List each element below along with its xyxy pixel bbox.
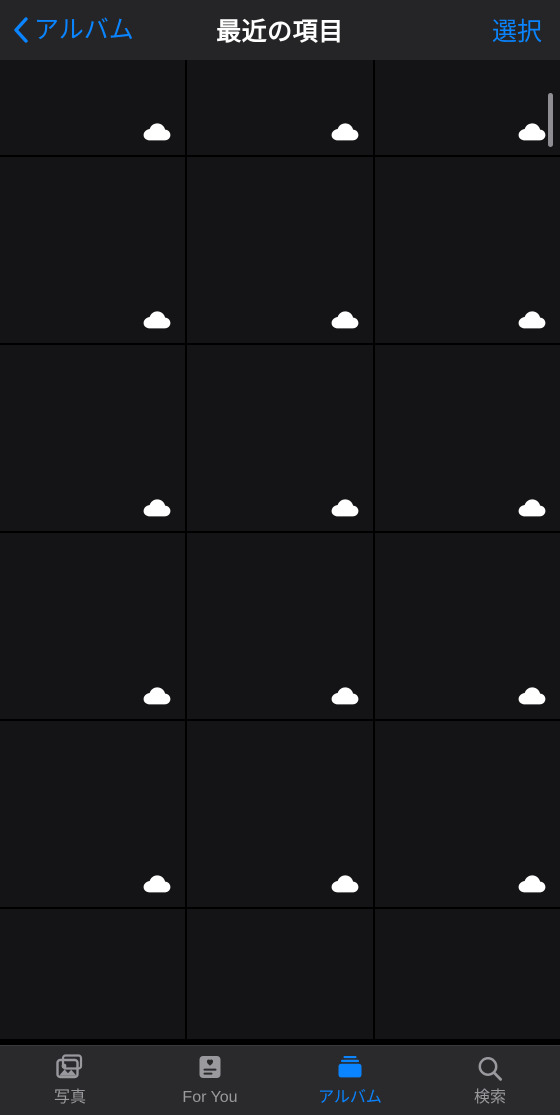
photo-thumbnail[interactable] xyxy=(0,721,186,907)
back-to-albums-button[interactable]: アルバム xyxy=(12,0,142,60)
albums-stack-icon xyxy=(332,1052,368,1086)
photo-grid-row xyxy=(0,345,560,531)
tab-photos[interactable]: 写真 xyxy=(0,1046,140,1115)
chevron-left-icon xyxy=(12,15,30,45)
tab-photos-label: 写真 xyxy=(53,1089,86,1106)
photo-thumbnail[interactable] xyxy=(374,345,560,531)
photo-thumbnail[interactable] xyxy=(187,533,373,719)
scrollbar-track[interactable] xyxy=(548,60,557,1045)
photo-grid-row xyxy=(0,533,560,719)
select-button[interactable]: 選択 xyxy=(492,0,542,60)
tab-albums-label: アルバム xyxy=(318,1089,382,1106)
photo-thumbnail[interactable] xyxy=(0,345,186,531)
back-button-label: アルバム xyxy=(34,15,134,44)
photo-grid-row xyxy=(0,157,560,343)
photo-grid xyxy=(0,60,560,1039)
tab-for-you-label: For You xyxy=(182,1089,238,1106)
photo-thumbnail[interactable] xyxy=(374,60,560,155)
photo-grid-row xyxy=(0,909,560,1039)
photo-thumbnail[interactable] xyxy=(0,60,186,155)
tab-albums[interactable]: アルバム xyxy=(280,1046,420,1115)
tab-for-you[interactable]: For You xyxy=(140,1046,280,1115)
for-you-card-icon xyxy=(192,1052,228,1086)
search-magnifier-icon xyxy=(472,1052,508,1086)
tab-search[interactable]: 検索 xyxy=(420,1046,560,1115)
photo-thumbnail[interactable] xyxy=(187,60,373,155)
vertical-scrollbar-thumb[interactable] xyxy=(548,93,553,147)
navigation-bar: アルバム 最近の項目 選択 xyxy=(0,0,560,60)
tab-bar: 写真 For You アルバム 検索 xyxy=(0,1045,560,1115)
photo-thumbnail[interactable] xyxy=(374,533,560,719)
photo-thumbnail[interactable] xyxy=(187,157,373,343)
photo-thumbnail[interactable] xyxy=(187,721,373,907)
photo-thumbnail[interactable] xyxy=(374,157,560,343)
photo-grid-row xyxy=(0,721,560,907)
photo-thumbnail[interactable] xyxy=(374,909,560,1039)
photo-thumbnail[interactable] xyxy=(0,157,186,343)
photos-app-screen: アルバム 最近の項目 選択 写真 For You アルバム 検索 xyxy=(0,0,560,1115)
photo-thumbnail[interactable] xyxy=(187,345,373,531)
photo-grid-row xyxy=(0,60,560,155)
photos-stack-icon xyxy=(52,1052,88,1086)
photo-thumbnail[interactable] xyxy=(187,909,373,1039)
photo-grid-scroll-area[interactable] xyxy=(0,60,560,1045)
photo-thumbnail[interactable] xyxy=(0,533,186,719)
photo-thumbnail[interactable] xyxy=(374,721,560,907)
tab-search-label: 検索 xyxy=(473,1089,506,1106)
photo-thumbnail[interactable] xyxy=(0,909,186,1039)
